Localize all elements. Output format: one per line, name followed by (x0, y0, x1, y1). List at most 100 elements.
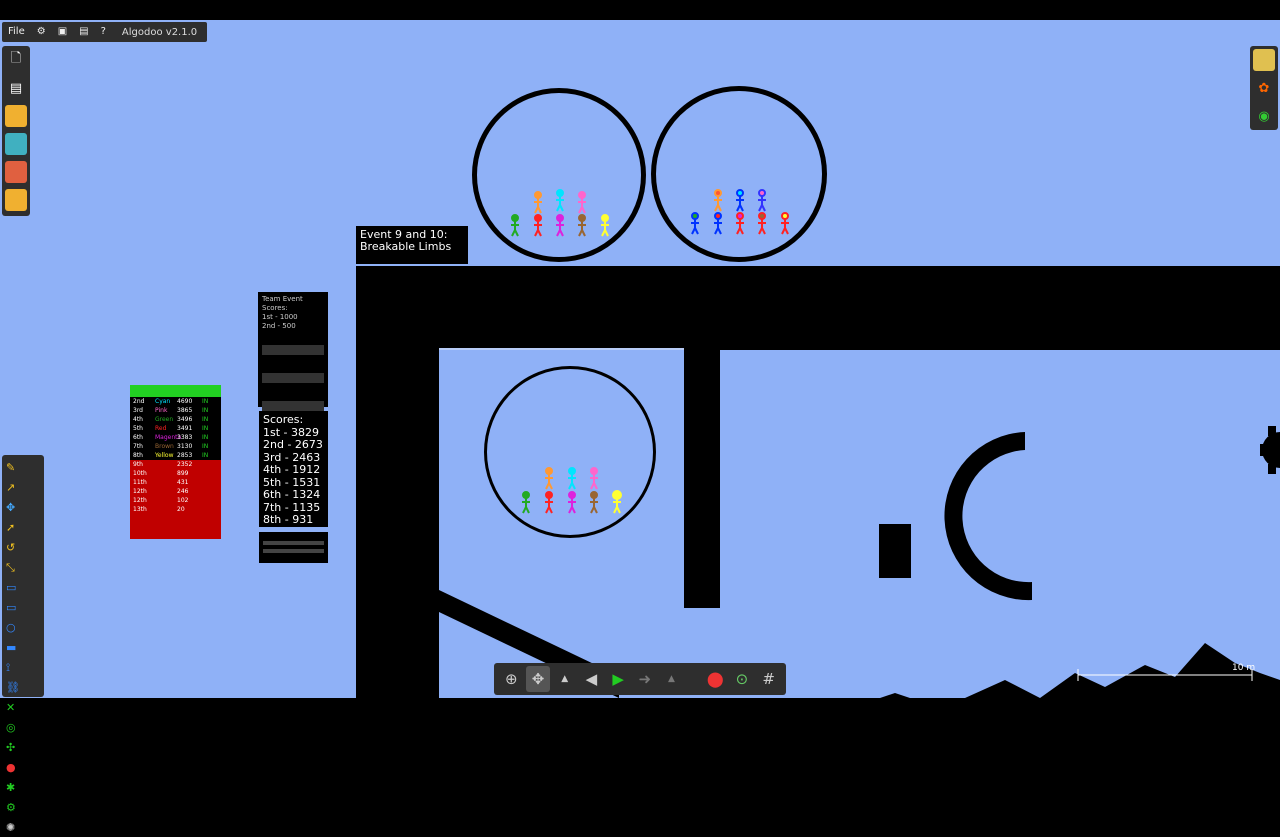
polygon-tool-icon[interactable]: ▭ (6, 581, 22, 597)
team-scores-line3: 2nd - 500 (262, 322, 296, 330)
new-scene-icon[interactable]: 🗋 (5, 49, 27, 71)
browse-scenes-icon[interactable] (5, 133, 27, 155)
chevron-up-icon[interactable]: ▲ (552, 666, 577, 692)
air-friction-icon[interactable]: ⊙ (730, 666, 755, 692)
hinge-tool-icon[interactable]: ◎ (6, 721, 22, 737)
inner-area-top-edge (439, 348, 684, 350)
clear-scene-icon[interactable]: ▤ (5, 77, 27, 99)
rank: 10th (133, 470, 147, 477)
scores-note: Scores: 1st - 3829 2nd - 2673 3rd - 2463… (259, 411, 328, 527)
team (155, 496, 177, 505)
plane-tool-icon[interactable]: ▬ (6, 641, 22, 657)
play-window-icon[interactable]: ▣ (52, 22, 73, 42)
gravity-icon[interactable]: ⬤ (703, 666, 728, 692)
score-line: 2nd - 2673 (263, 438, 323, 451)
file-toolbar: 🗋 ▤ (2, 46, 30, 216)
rank: 3rd (133, 407, 143, 414)
leaderboard-row: 2nd Cyan 4690 IN (130, 397, 221, 406)
gear-tool-icon[interactable]: ⚙ (6, 801, 22, 817)
app-version: Algodoo v2.1.0 (121, 26, 198, 38)
black-wall-top (356, 266, 1280, 350)
drag-tool-icon[interactable]: ➚ (6, 521, 22, 537)
team-scores-line1: Team Event Scores: (262, 295, 303, 312)
team (155, 478, 177, 487)
grid-icon[interactable]: # (756, 666, 781, 692)
blurred-text-block (262, 373, 324, 383)
box-tool-icon[interactable]: ▭ (6, 601, 22, 617)
eliminated-section: 9th 2352 10th 899 11th 431 12th 246 12th 102 … (130, 460, 221, 539)
team (155, 460, 177, 469)
status: IN (202, 434, 209, 441)
team (155, 487, 177, 496)
team-scores-line2: 1st - 1000 (262, 313, 298, 321)
team: Pink (155, 407, 168, 414)
eliminated-row: 10th 899 (130, 469, 221, 478)
score: 4690 (177, 398, 193, 405)
play-icon[interactable]: ▶ (606, 666, 631, 692)
team: Brown (155, 443, 174, 450)
laser-tool-icon[interactable]: ✱ (6, 781, 22, 797)
leaderboard-row: 5th Red 3491 IN (130, 424, 221, 433)
chain-tool-icon[interactable]: ⛓ (6, 681, 22, 697)
rank: 12th (133, 497, 147, 504)
score: 3496 (177, 416, 193, 423)
stick-figures-group-3 (522, 467, 622, 514)
right-toolbar: ✿ ◉ (1250, 46, 1278, 130)
score: 431 (177, 479, 189, 486)
open-folder-icon[interactable] (5, 105, 27, 127)
undo-icon[interactable]: ◀ (579, 666, 604, 692)
stick-figures-group-2 (691, 189, 789, 235)
recent-scenes-icon[interactable] (5, 161, 27, 183)
score-line: 8th - 931 (263, 513, 314, 526)
circle-tool-icon[interactable]: ○ (6, 621, 22, 637)
rotate-tool-icon[interactable]: ↺ (6, 541, 22, 557)
rank: 6th (133, 434, 143, 441)
chevron-up-icon[interactable]: ▲ (659, 666, 684, 692)
tool-palette: ✎ ↗ ✥ ➚ ↺ ⤡ ▭ ▭ ○ ▬ ⟟ ⛓ ✕ ◎ ✣ ● ✱ ⚙ ✺ (2, 455, 44, 834)
tracer-tool-icon[interactable]: ● (6, 761, 22, 777)
leaderboard-row: 4th Green 3496 IN (130, 415, 221, 424)
score: 246 (177, 488, 189, 495)
terrain (880, 643, 1280, 698)
thruster-tool-icon[interactable]: ✣ (6, 741, 22, 757)
leaderboard-panel: 2nd Cyan 4690 IN 3rd Pink 3865 IN 4th Gr… (130, 385, 221, 539)
event-title-line2: Breakable Limbs (360, 240, 452, 253)
spring-tool-icon[interactable]: ⟟ (6, 661, 22, 677)
redo-icon[interactable]: ➜ (632, 666, 657, 692)
rank: 4th (133, 416, 143, 423)
scale-bar (1077, 669, 1253, 681)
status: IN (202, 443, 209, 450)
score: 2352 (177, 461, 193, 468)
window-icon[interactable]: ▤ (73, 22, 94, 42)
sketch-tool-icon[interactable]: ✎ (6, 461, 22, 477)
gear-shape (1260, 426, 1280, 474)
scale-tool-icon[interactable]: ⤡ (6, 561, 22, 577)
texture-tool-icon[interactable]: ✺ (6, 821, 22, 837)
black-block (879, 524, 911, 578)
zoom-icon[interactable]: ⊕ (499, 666, 524, 692)
score: 3130 (177, 443, 193, 450)
simulation-canvas[interactable] (0, 20, 1280, 698)
materials-icon[interactable] (1253, 49, 1275, 71)
eliminated-row: 12th 246 (130, 487, 221, 496)
color-palette-icon[interactable]: ✿ (1253, 77, 1275, 99)
gear-icon[interactable]: ⚙ (31, 22, 52, 42)
team (155, 505, 177, 514)
move-tool-icon[interactable]: ✥ (6, 501, 22, 517)
eliminated-row: 12th 102 (130, 496, 221, 505)
help-icon[interactable]: ? (95, 22, 112, 42)
leaderboard-header (130, 385, 221, 397)
blurred-text-block (263, 541, 324, 545)
fixate-tool-icon[interactable]: ✕ (6, 701, 22, 717)
blurred-note (259, 532, 328, 563)
status: IN (202, 425, 209, 432)
pan-icon[interactable]: ✥ (525, 666, 551, 692)
location-pin-icon[interactable]: ◉ (1253, 105, 1275, 127)
event-title-note: Event 9 and 10: Breakable Limbs (356, 226, 468, 264)
stick-figures-group-1 (511, 189, 609, 237)
team (155, 469, 177, 478)
status: IN (202, 452, 209, 459)
save-folder-icon[interactable] (5, 189, 27, 211)
menu-file[interactable]: File (2, 22, 31, 42)
brush-tool-icon[interactable]: ↗ (6, 481, 22, 497)
